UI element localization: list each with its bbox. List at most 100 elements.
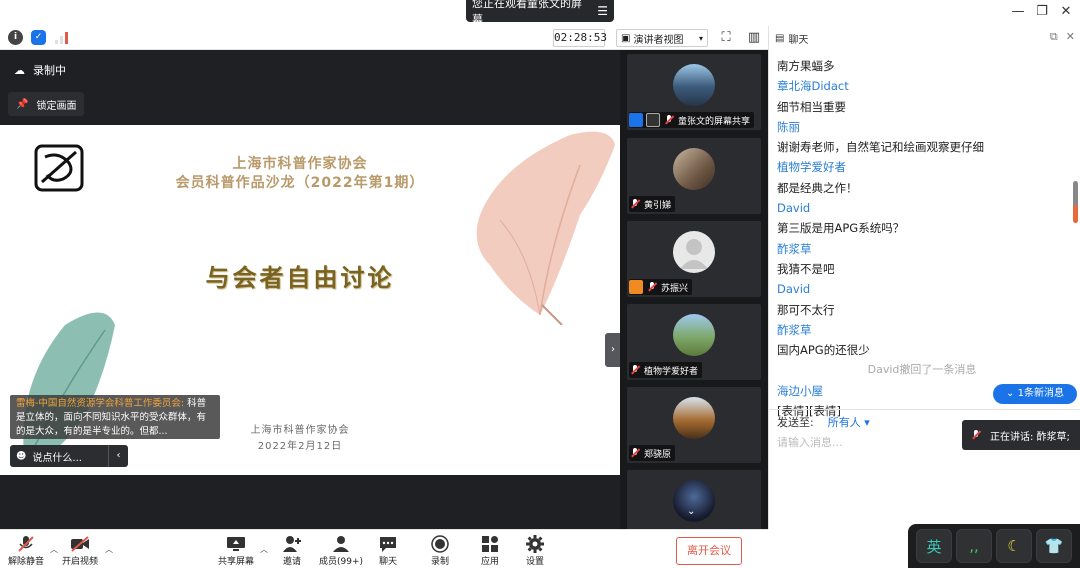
ime-language-toggle[interactable]: 英 <box>916 529 952 563</box>
ime-moon-icon[interactable]: ☾ <box>996 529 1032 563</box>
emoji-icon[interactable]: ☻ <box>16 451 26 462</box>
mic-off-icon <box>663 114 675 126</box>
settings-label: 设置 <box>525 557 544 567</box>
members-button[interactable]: 成员(99+) <box>319 534 363 567</box>
gear-icon <box>524 534 546 554</box>
video-options-chevron-icon[interactable]: ︿ <box>105 544 113 555</box>
close-icon[interactable]: ✕ <box>1058 4 1074 20</box>
ime-punctuation-icon[interactable]: ,, <box>956 529 992 563</box>
shield-icon[interactable]: ✓ <box>31 30 46 45</box>
participant-name: 黄引娣 <box>644 200 672 211</box>
slide-title-line2: 会员科普作品沙龙（2022年第1期） <box>175 175 425 191</box>
chat-input-placeholder: 请输入消息... <box>777 436 843 449</box>
camera-off-icon <box>69 534 91 554</box>
start-video-button[interactable]: 开启视频 <box>62 534 98 567</box>
gallery-toggle-tab[interactable]: › <box>605 333 620 367</box>
settings-button[interactable]: 设置 <box>524 534 546 567</box>
pin-icon: 📌 <box>16 98 29 110</box>
view-mode-label: 演讲者视图 <box>633 34 684 46</box>
chat-message-list: 南方果蝠多 章北海Didact 细节相当重要 陈丽 谢谢寿老师，自然笔记和绘画观察更仔细… <box>777 56 1067 421</box>
unmute-label: 解除静音 <box>8 557 45 567</box>
shared-screen-stage: ☁ 录制中 📌 锁定画面 上海市科普作家协会 会员科普作品沙龙（2022年第1期… <box>0 50 620 529</box>
unmute-button[interactable]: 解除静音 <box>8 534 44 567</box>
send-to-dropdown[interactable]: 所有人 ▾ <box>828 414 870 430</box>
chat-message-text: 谢谢寿老师，自然笔记和绘画观察更仔细 <box>777 140 984 155</box>
danmaku-comment: 雷梅-中国自然资源学会科普工作委员会: 科普是立体的，面向不同知识水平的受众群体… <box>10 395 220 439</box>
new-messages-label: 1条新消息 <box>1017 388 1064 399</box>
invite-button[interactable]: 邀请 <box>281 534 303 567</box>
participant-tile[interactable]: 植物学爱好者 <box>627 304 761 380</box>
participant-tile[interactable]: 黄引娣 <box>627 138 761 214</box>
chat-sender-name: 酢浆草 <box>777 322 812 337</box>
host-badge-icon <box>629 113 643 127</box>
scroll-down-icon[interactable]: ⌄ <box>687 506 695 517</box>
participant-name: 植物学爱好者 <box>644 366 699 377</box>
double-chevron-down-icon: ⌄ <box>1006 388 1018 399</box>
lock-view-label: 锁定画面 <box>36 100 77 112</box>
add-user-icon <box>281 534 303 554</box>
audio-options-chevron-icon[interactable]: ︿ <box>50 544 58 555</box>
chat-scrollbar[interactable] <box>1073 181 1078 223</box>
ime-toolbar: 英 ,, ☾ 👕 <box>908 524 1080 568</box>
signal-icon[interactable] <box>54 30 69 45</box>
minimize-icon[interactable]: — <box>1010 4 1026 20</box>
apps-button[interactable]: 应用 <box>479 534 501 567</box>
user-badge-icon <box>629 280 643 294</box>
menu-icon[interactable]: ☰ <box>597 4 608 18</box>
chat-sender-name: David <box>777 282 811 297</box>
avatar <box>673 314 715 356</box>
share-screen-button[interactable]: 共享屏幕 <box>218 534 254 567</box>
quick-comment-input[interactable]: ☻ 说点什么... ‹ <box>10 445 128 467</box>
share-options-chevron-icon[interactable]: ︿ <box>260 544 268 555</box>
ginkgo-leaf-illustration <box>476 131 615 325</box>
new-messages-button[interactable]: ⌄ 1条新消息 <box>993 384 1077 404</box>
popout-icon[interactable]: ⧉ <box>1050 30 1058 44</box>
participant-name: 苏振兴 <box>661 283 689 294</box>
chat-sender-name: 章北海Didact <box>777 79 849 94</box>
apps-grid-icon <box>479 534 501 554</box>
speaking-indicator: 正在讲话: 酢浆草; <box>962 420 1080 450</box>
participant-tile[interactable]: 苏振兴 <box>627 221 761 297</box>
sidebar-toggle-icon[interactable]: ▥ <box>746 30 762 46</box>
comment-author: 雷梅-中国自然资源学会科普工作委员会: <box>16 398 185 409</box>
view-mode-dropdown[interactable]: ▣ 演讲者视图 ▾ <box>616 29 708 47</box>
leave-meeting-button[interactable]: 离开会议 <box>676 537 742 565</box>
lock-view-button[interactable]: 📌 锁定画面 <box>8 92 85 116</box>
send-to-value: 所有人 <box>827 415 861 429</box>
chat-recall-notice: David撤回了一条消息 <box>867 363 977 377</box>
restore-icon[interactable]: ❐ <box>1034 4 1050 20</box>
chat-message-text: 第三版是用APG系统吗？ <box>777 221 905 236</box>
collapse-comment-icon[interactable]: ‹ <box>108 445 128 467</box>
quick-comment-placeholder: 说点什么... <box>32 452 82 464</box>
chat-sender-name: 植物学爱好者 <box>777 160 846 175</box>
ime-skin-icon[interactable]: 👕 <box>1036 529 1072 563</box>
participant-tile[interactable]: ⌄ <box>627 470 761 529</box>
send-to-label: 发送至: <box>777 415 814 429</box>
participant-tile[interactable]: 童张文的屏幕共享 <box>627 54 761 130</box>
chat-input[interactable]: 请输入消息... <box>777 434 843 450</box>
participant-name: 童张文的屏幕共享 <box>678 116 751 127</box>
record-button[interactable]: 录制 <box>429 534 451 567</box>
mic-off-icon <box>646 281 658 293</box>
info-icon[interactable]: i <box>8 30 23 45</box>
speaking-label: 正在讲话: 酢浆草; <box>990 431 1070 443</box>
record-label: 录制 <box>430 557 449 567</box>
mic-off-icon <box>629 198 641 210</box>
screen-share-icon <box>646 113 660 127</box>
chat-icon: ▤ <box>775 32 785 44</box>
mic-off-icon <box>15 534 37 554</box>
chat-message-text: 我猜不是吧 <box>777 261 835 276</box>
share-banner[interactable]: 您正在观看童张文的屏幕 ☰ <box>466 0 614 26</box>
meeting-window: 您正在观看童张文的屏幕 ☰ — ❐ ✕ i ✓ 02:28:53 ▣ 演讲者视图… <box>0 0 1080 568</box>
chat-sender-name: 酢浆草 <box>777 241 812 256</box>
chat-button[interactable]: 聊天 <box>377 534 399 567</box>
participant-gallery: 童张文的屏幕共享 黄引娣 苏振兴 植物学爱好者 郑骁原 ⌄ <box>620 50 768 529</box>
close-chat-icon[interactable]: ✕ <box>1066 30 1075 44</box>
members-icon <box>330 534 352 554</box>
chat-message-text: 细节相当重要 <box>777 99 846 114</box>
fullscreen-icon[interactable]: ⛶ <box>718 30 734 46</box>
share-screen-icon <box>225 534 247 554</box>
participant-tile[interactable]: 郑骁原 <box>627 387 761 463</box>
share-banner-text: 您正在观看童张文的屏幕 <box>472 0 582 26</box>
chevron-down-icon: ▾ <box>698 33 703 43</box>
